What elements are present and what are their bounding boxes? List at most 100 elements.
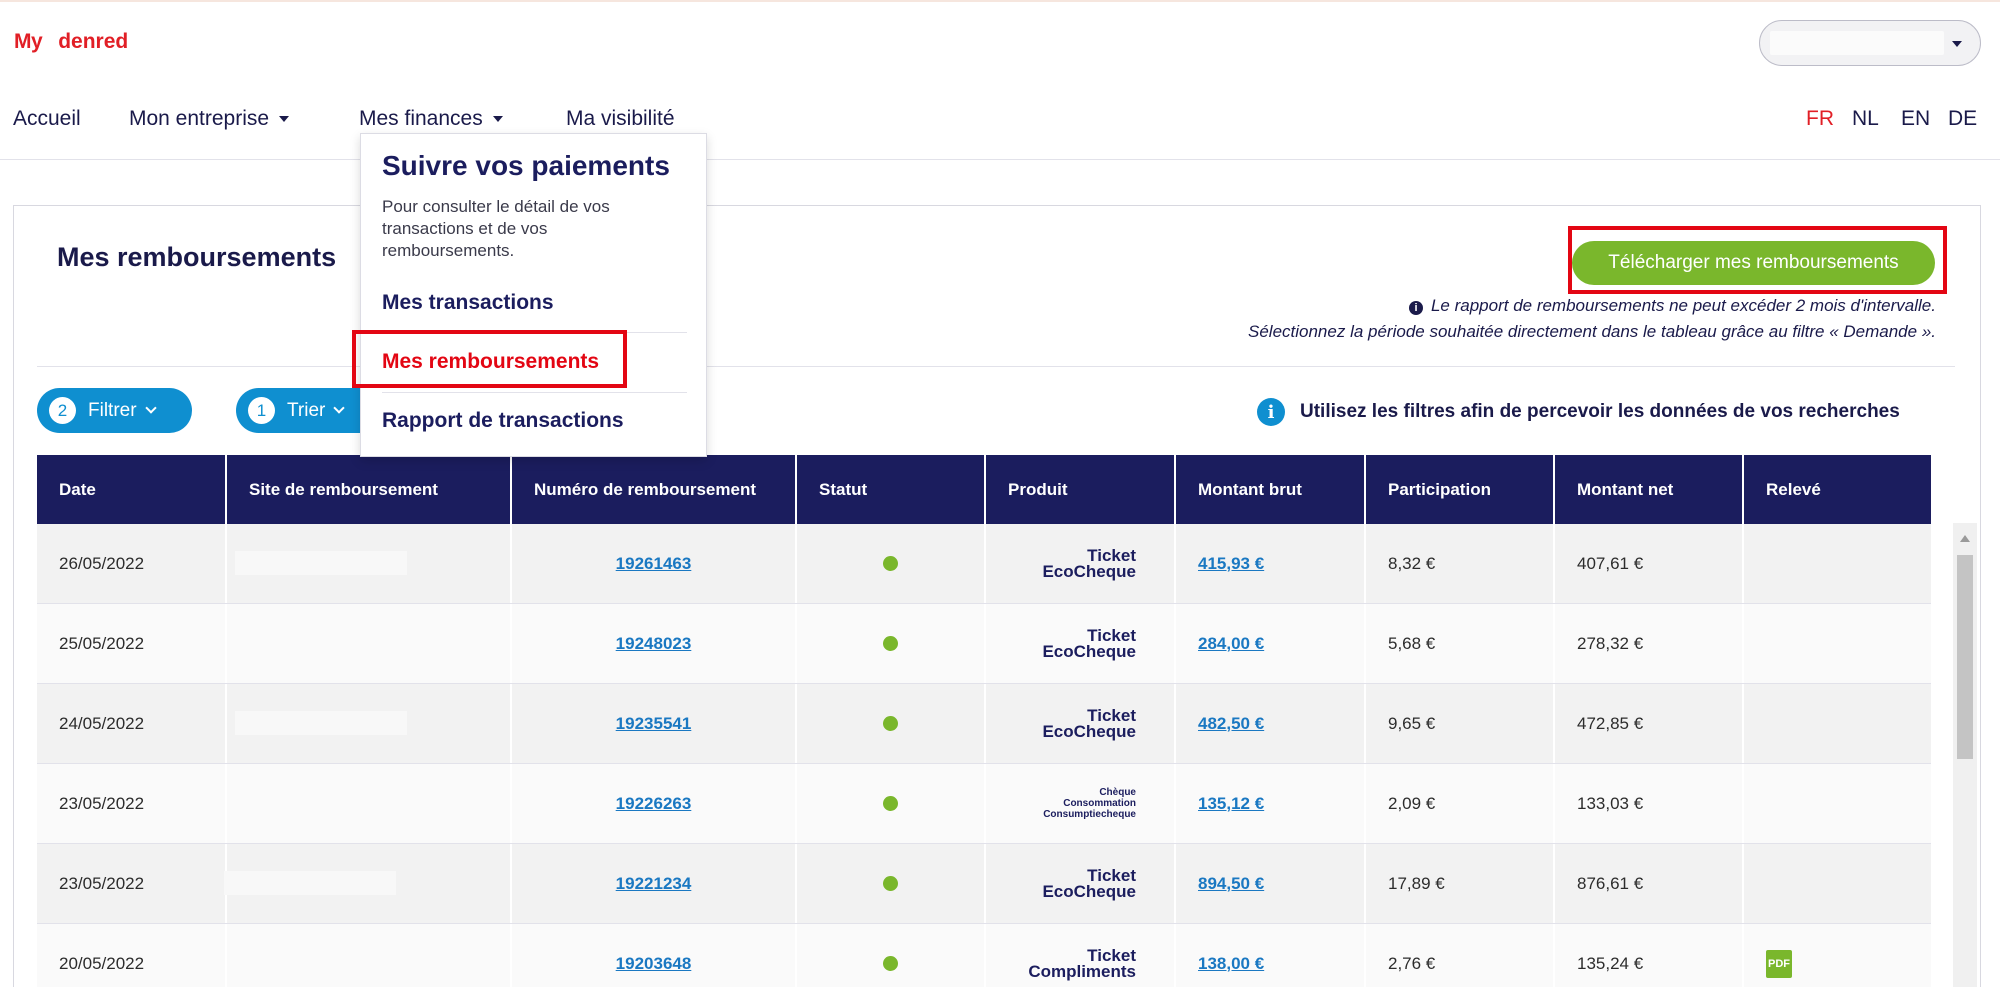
- cell-statement: [1744, 844, 1931, 923]
- table-scrollbar[interactable]: [1953, 523, 1977, 987]
- reimbursement-number-link[interactable]: 19226263: [616, 794, 692, 814]
- product-logo: Ticket EcoCheque: [986, 627, 1174, 661]
- cell-product: Ticket EcoCheque: [986, 844, 1176, 923]
- nav-mes-finances[interactable]: Mes finances: [359, 107, 503, 131]
- cell-statement: [1744, 524, 1931, 603]
- cell-status: [797, 684, 986, 763]
- product-line2: Consommation: [1063, 798, 1136, 809]
- nav-ma-visibilite[interactable]: Ma visibilité: [566, 107, 675, 131]
- lang-en[interactable]: EN: [1901, 107, 1930, 131]
- scroll-thumb[interactable]: [1957, 555, 1973, 759]
- cell-site: [227, 764, 512, 843]
- product-line2: EcoCheque: [1042, 641, 1136, 661]
- product-line3: Consumptiecheque: [1043, 809, 1136, 820]
- download-note: i Le rapport de remboursements ne peut ex…: [1248, 293, 1936, 345]
- gross-amount-link[interactable]: 415,93 €: [1198, 554, 1264, 574]
- reimbursement-number-link[interactable]: 19235541: [616, 714, 692, 734]
- cell-participation: 8,32 €: [1366, 524, 1555, 603]
- reimbursement-number-link[interactable]: 19221234: [616, 874, 692, 894]
- section-divider: [37, 366, 1955, 367]
- product-line2: EcoCheque: [1042, 561, 1136, 581]
- col-site[interactable]: Site de remboursement: [227, 455, 512, 524]
- gross-amount-link[interactable]: 284,00 €: [1198, 634, 1264, 654]
- col-product[interactable]: Produit: [986, 455, 1176, 524]
- cell-statement: [1744, 684, 1931, 763]
- pdf-download-icon[interactable]: PDF: [1766, 949, 1792, 978]
- cell-site: [227, 524, 512, 603]
- download-reimbursements-button[interactable]: Télécharger mes remboursements: [1572, 241, 1935, 285]
- cell-status: [797, 844, 986, 923]
- lang-fr[interactable]: FR: [1806, 107, 1834, 131]
- table-row: 26/05/2022 19261463 Ticket EcoCheque 415,…: [37, 524, 1931, 604]
- reimbursements-table: Date Site de remboursement Numéro de rem…: [37, 455, 1931, 987]
- product-logo: Ticket EcoCheque: [986, 867, 1174, 901]
- col-status[interactable]: Statut: [797, 455, 986, 524]
- sort-count-badge: 1: [248, 397, 275, 424]
- scroll-up-arrow-icon[interactable]: [1960, 535, 1970, 542]
- col-number[interactable]: Numéro de remboursement: [512, 455, 797, 524]
- product-line2: EcoCheque: [1042, 881, 1136, 901]
- cell-number: 19221234: [512, 844, 797, 923]
- cell-product: Ticket Compliments: [986, 924, 1176, 987]
- status-dot-icon: [883, 556, 898, 571]
- nav-accueil[interactable]: Accueil: [13, 107, 81, 131]
- cell-number: 19235541: [512, 684, 797, 763]
- cell-site: [224, 844, 512, 923]
- logo-my: My: [14, 30, 43, 53]
- product-line1: Chèque: [1099, 787, 1136, 798]
- col-date[interactable]: Date: [37, 455, 227, 524]
- nav-mes-finances-label: Mes finances: [359, 107, 483, 130]
- sort-label: Trier: [287, 399, 326, 421]
- filter-button[interactable]: 2 Filtrer: [37, 388, 192, 433]
- status-dot-icon: [883, 956, 898, 971]
- chevron-down-icon: [333, 402, 346, 414]
- cell-statement: PDF: [1744, 924, 1931, 987]
- col-net[interactable]: Montant net: [1555, 455, 1744, 524]
- cell-net: 135,24 €: [1555, 924, 1744, 987]
- reimbursement-number-link[interactable]: 19248023: [616, 634, 692, 654]
- table-header: Date Site de remboursement Numéro de rem…: [37, 455, 1931, 524]
- cell-number: 19203648: [512, 924, 797, 987]
- col-gross[interactable]: Montant brut: [1176, 455, 1366, 524]
- product-logo: Ticket EcoCheque: [986, 547, 1174, 581]
- account-select[interactable]: [1759, 20, 1981, 66]
- chevron-down-icon: [144, 402, 157, 414]
- gross-amount-link[interactable]: 138,00 €: [1198, 954, 1264, 974]
- cell-number: 19226263: [512, 764, 797, 843]
- cell-gross: 138,00 €: [1176, 924, 1366, 987]
- table-row: 23/05/2022 19221234 Ticket EcoCheque 894,…: [37, 844, 1931, 924]
- cell-status: [797, 924, 986, 987]
- product-logo: Chèque Consommation Consumptiecheque: [986, 787, 1174, 820]
- reimbursement-number-link[interactable]: 19261463: [616, 554, 692, 574]
- gross-amount-link[interactable]: 482,50 €: [1198, 714, 1264, 734]
- gross-amount-link[interactable]: 894,50 €: [1198, 874, 1264, 894]
- menu-divider: [382, 392, 687, 393]
- cell-participation: 5,68 €: [1366, 604, 1555, 683]
- status-dot-icon: [883, 716, 898, 731]
- nav-mon-entreprise[interactable]: Mon entreprise: [129, 107, 290, 131]
- myedenred-logo[interactable]: My Edenred: [14, 22, 128, 58]
- menu-item-rapport-transactions[interactable]: Rapport de transactions: [382, 409, 624, 433]
- cell-participation: 17,89 €: [1366, 844, 1555, 923]
- status-dot-icon: [883, 876, 898, 891]
- top-accent-line: [0, 0, 2000, 2]
- menu-item-highlight-box: [352, 330, 627, 388]
- table-row: 23/05/2022 19226263 Chèque Consommation Co…: [37, 764, 1931, 844]
- lang-de[interactable]: DE: [1948, 107, 1977, 131]
- product-line2: EcoCheque: [1042, 721, 1136, 741]
- cell-site: [227, 684, 512, 763]
- cell-number: 19248023: [512, 604, 797, 683]
- nav-mon-entreprise-label: Mon entreprise: [129, 107, 270, 130]
- info-icon: i: [1257, 398, 1285, 426]
- cell-gross: 284,00 €: [1176, 604, 1366, 683]
- menu-item-mes-transactions[interactable]: Mes transactions: [382, 291, 554, 315]
- dropdown-title: Suivre vos paiements: [382, 150, 670, 181]
- cell-net: 407,61 €: [1555, 524, 1744, 603]
- lang-nl[interactable]: NL: [1852, 107, 1879, 131]
- col-participation[interactable]: Participation: [1366, 455, 1555, 524]
- col-statement[interactable]: Relevé: [1744, 455, 1931, 524]
- gross-amount-link[interactable]: 135,12 €: [1198, 794, 1264, 814]
- reimbursement-number-link[interactable]: 19203648: [616, 954, 692, 974]
- cell-date: 23/05/2022: [37, 844, 227, 923]
- cell-product: Ticket EcoCheque: [986, 684, 1176, 763]
